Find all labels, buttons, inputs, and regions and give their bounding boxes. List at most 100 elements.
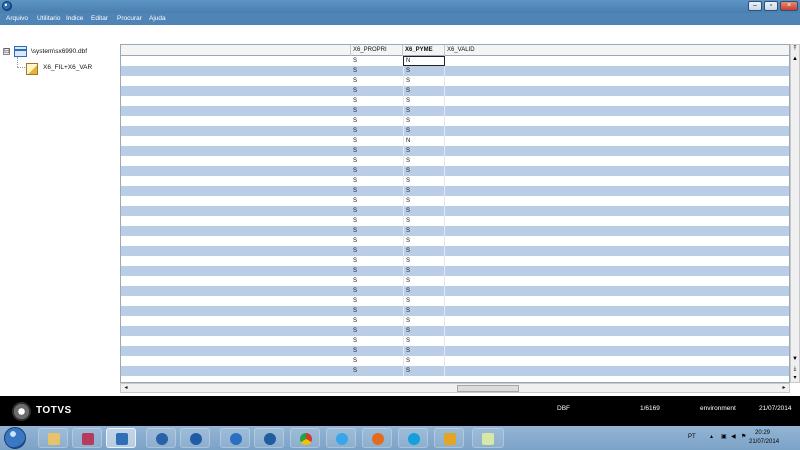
- cell-x6-propri[interactable]: S: [351, 346, 403, 356]
- cell-x6-propri[interactable]: S: [351, 206, 403, 216]
- cell-x6-propri[interactable]: S: [351, 66, 403, 76]
- tray-flag-icon[interactable]: ⚑: [741, 434, 748, 441]
- cell-x6-pyme[interactable]: S: [403, 176, 445, 186]
- cell-x6-pyme[interactable]: N: [403, 136, 445, 146]
- table-row[interactable]: SS: [121, 256, 789, 266]
- cell-x6-pyme[interactable]: S: [403, 246, 445, 256]
- cell-x6-pyme[interactable]: S: [403, 76, 445, 86]
- column-header-x6-pyme[interactable]: X6_PYME: [403, 45, 445, 56]
- scroll-last-icon[interactable]: ⤓: [791, 365, 799, 374]
- table-row[interactable]: SS: [121, 246, 789, 256]
- cell-x6-pyme[interactable]: S: [403, 266, 445, 276]
- task-notes-icon[interactable]: [472, 428, 504, 448]
- cell-x6-pyme[interactable]: S: [403, 196, 445, 206]
- cell-x6-pyme[interactable]: S: [403, 286, 445, 296]
- cell-x6-pyme[interactable]: S: [403, 346, 445, 356]
- task-app-t2-icon[interactable]: [220, 428, 250, 448]
- table-row[interactable]: SS: [121, 176, 789, 186]
- cell-x6-pyme[interactable]: S: [403, 366, 445, 376]
- menu-item-editar[interactable]: Editar: [91, 15, 108, 22]
- cell-x6-pyme[interactable]: S: [403, 206, 445, 216]
- scroll-first-icon[interactable]: ⤒: [791, 45, 799, 54]
- vertical-scrollbar[interactable]: ⤒ ▲ ▼ ⤓ ▾: [790, 44, 800, 383]
- cell-x6-pyme[interactable]: S: [403, 166, 445, 176]
- scroll-left-icon[interactable]: ◂: [122, 384, 130, 392]
- table-row[interactable]: SS: [121, 366, 789, 376]
- cell-x6-propri[interactable]: S: [351, 316, 403, 326]
- cell-x6-pyme[interactable]: S: [403, 186, 445, 196]
- cell-x6-propri[interactable]: S: [351, 266, 403, 276]
- task-app-t-icon[interactable]: [146, 428, 176, 448]
- task-folder-icon[interactable]: [72, 428, 102, 448]
- cell-x6-pyme[interactable]: S: [403, 226, 445, 236]
- table-row[interactable]: SN: [121, 136, 789, 146]
- cell-x6-pyme[interactable]: S: [403, 336, 445, 346]
- cell-x6-propri[interactable]: S: [351, 96, 403, 106]
- table-row[interactable]: SS: [121, 276, 789, 286]
- scroll-right-icon[interactable]: ▸: [780, 384, 788, 392]
- scroll-up-icon[interactable]: ▲: [791, 55, 799, 64]
- column-header-x6-valid[interactable]: X6_VALID: [445, 45, 789, 56]
- start-button[interactable]: [4, 427, 26, 449]
- tray-language[interactable]: PT: [688, 434, 696, 440]
- cell-x6-propri[interactable]: S: [351, 86, 403, 96]
- tray-arrow-icon[interactable]: ▴: [710, 434, 717, 441]
- cell-x6-propri[interactable]: S: [351, 276, 403, 286]
- cell-x6-propri[interactable]: S: [351, 76, 403, 86]
- table-row[interactable]: SS: [121, 356, 789, 366]
- close-button[interactable]: ×: [780, 1, 798, 11]
- scroll-thumb[interactable]: [457, 385, 519, 392]
- cell-x6-propri[interactable]: S: [351, 166, 403, 176]
- cell-x6-propri[interactable]: S: [351, 226, 403, 236]
- task-skype-icon[interactable]: [398, 428, 428, 448]
- table-row[interactable]: SS: [121, 196, 789, 206]
- menu-item-utilitario[interactable]: Utilitario: [37, 15, 60, 22]
- cell-x6-pyme[interactable]: N: [403, 56, 445, 66]
- tree-collapse-toggle[interactable]: ⊟: [3, 48, 10, 55]
- task-chrome-icon[interactable]: [290, 428, 320, 448]
- table-row[interactable]: SS: [121, 236, 789, 246]
- table-row[interactable]: SS: [121, 336, 789, 346]
- cell-x6-pyme[interactable]: S: [403, 356, 445, 366]
- cell-x6-pyme[interactable]: S: [403, 316, 445, 326]
- cell-x6-pyme[interactable]: S: [403, 116, 445, 126]
- table-row[interactable]: SN: [121, 56, 789, 66]
- table-row[interactable]: SS: [121, 266, 789, 276]
- cell-x6-pyme[interactable]: S: [403, 216, 445, 226]
- data-grid[interactable]: X6_PROPRI X6_PYME X6_VALID SNSSSSSSSSSSS…: [120, 44, 790, 383]
- cell-x6-propri[interactable]: S: [351, 56, 403, 66]
- column-header-blank[interactable]: [121, 45, 351, 56]
- cell-x6-propri[interactable]: S: [351, 116, 403, 126]
- cell-x6-pyme[interactable]: S: [403, 236, 445, 246]
- cell-x6-pyme[interactable]: S: [403, 306, 445, 316]
- task-firefox-icon[interactable]: [362, 428, 392, 448]
- cell-x6-pyme[interactable]: S: [403, 296, 445, 306]
- cell-x6-propri[interactable]: S: [351, 366, 403, 376]
- cell-x6-pyme[interactable]: S: [403, 96, 445, 106]
- table-row[interactable]: SS: [121, 216, 789, 226]
- cell-x6-pyme[interactable]: S: [403, 156, 445, 166]
- table-row[interactable]: SS: [121, 96, 789, 106]
- task-ie-icon[interactable]: [326, 428, 356, 448]
- task-explorer-icon[interactable]: [38, 428, 68, 448]
- table-row[interactable]: SS: [121, 106, 789, 116]
- tray-volume-icon[interactable]: ◀: [731, 434, 738, 441]
- tray-network-icon[interactable]: ▣: [721, 434, 728, 441]
- scroll-down-icon[interactable]: ▼: [791, 355, 799, 364]
- cell-x6-propri[interactable]: S: [351, 356, 403, 366]
- cell-x6-propri[interactable]: S: [351, 286, 403, 296]
- cell-x6-propri[interactable]: S: [351, 246, 403, 256]
- cell-x6-pyme[interactable]: S: [403, 276, 445, 286]
- cell-x6-propri[interactable]: S: [351, 126, 403, 136]
- tree-root-label[interactable]: \system\sx6990.dbf: [31, 48, 87, 55]
- cell-x6-propri[interactable]: S: [351, 196, 403, 206]
- task-tools-icon[interactable]: [434, 428, 464, 448]
- cell-x6-propri[interactable]: S: [351, 176, 403, 186]
- table-row[interactable]: SS: [121, 206, 789, 216]
- menu-item-procurar[interactable]: Procurar: [117, 15, 142, 22]
- cell-x6-propri[interactable]: S: [351, 146, 403, 156]
- column-header-x6-propri[interactable]: X6_PROPRI: [351, 45, 403, 56]
- cell-x6-propri[interactable]: S: [351, 136, 403, 146]
- table-row[interactable]: SS: [121, 226, 789, 236]
- cell-x6-propri[interactable]: S: [351, 236, 403, 246]
